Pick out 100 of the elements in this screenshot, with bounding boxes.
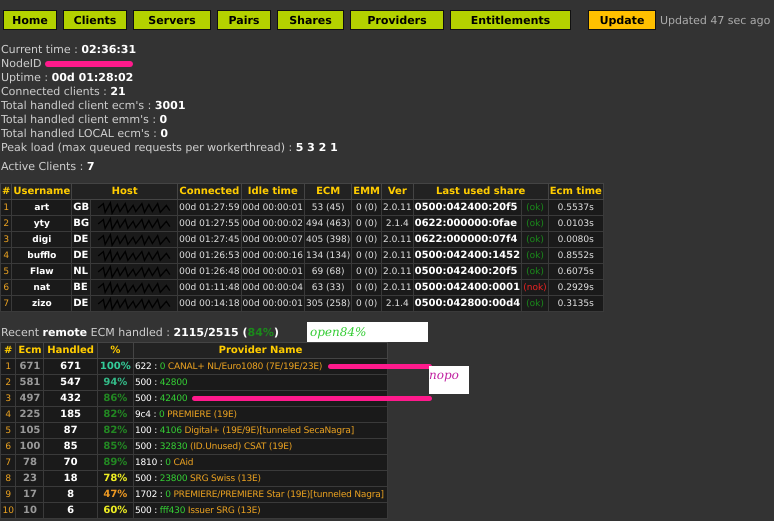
table-cell: 0 (0) bbox=[352, 248, 382, 264]
table-cell: 225 bbox=[16, 406, 44, 422]
percent-cell: 60% bbox=[97, 502, 134, 518]
table-cell: 17 bbox=[16, 486, 44, 502]
row-number: 3 bbox=[0, 232, 12, 248]
row-number: 9 bbox=[0, 486, 16, 502]
percent-cell: 82% bbox=[97, 422, 134, 438]
row-number: 5 bbox=[0, 264, 12, 280]
status-cell: (nok) bbox=[522, 280, 548, 296]
table-cell: 00d 00:00:04 bbox=[241, 280, 304, 296]
table-cell: 305 (258) bbox=[304, 296, 352, 312]
table-cell: 494 (463) bbox=[304, 216, 352, 232]
table-cell: 69 (68) bbox=[304, 264, 352, 280]
column-header: Last used share bbox=[413, 184, 548, 200]
table-cell: 00d 01:26:53 bbox=[178, 248, 242, 264]
row-number: 7 bbox=[0, 454, 16, 470]
table-cell: 0 (0) bbox=[352, 216, 382, 232]
percent-cell: 100% bbox=[97, 358, 134, 374]
provider-name: 1810 : 0 CAid bbox=[135, 458, 194, 468]
percent-cell: 86% bbox=[97, 390, 134, 406]
update-button[interactable]: Update bbox=[588, 10, 656, 30]
country-cell: GB bbox=[72, 200, 91, 216]
info-value: 02:36:31 bbox=[81, 43, 136, 57]
nav-button[interactable]: Entitlements bbox=[450, 10, 571, 30]
table-cell: 18 bbox=[44, 470, 98, 486]
info-value: 00d 01:28:02 bbox=[52, 71, 134, 85]
table-cell: 00d 00:00:01 bbox=[241, 200, 304, 216]
row-number: 10 bbox=[0, 502, 16, 518]
provider-name: 100 : 4106 Digital+ (19E/9E)[tunneled SecaNagra] bbox=[135, 426, 354, 436]
table-cell: 0.0080s bbox=[548, 232, 604, 248]
info-value: 5 3 2 1 bbox=[296, 141, 338, 155]
column-header: % bbox=[97, 342, 134, 358]
percent-cell: 78% bbox=[97, 470, 134, 486]
row-number: 7 bbox=[0, 296, 12, 312]
provider-name: 500 : 42400 bbox=[135, 394, 188, 404]
username-cell: nat bbox=[12, 280, 72, 296]
table-cell: 497 bbox=[16, 390, 44, 406]
handwritten-note: open84% bbox=[307, 322, 428, 342]
nav-button[interactable]: Pairs bbox=[217, 10, 271, 30]
nav-button[interactable]: Providers bbox=[350, 10, 444, 30]
handwritten-note: nopo bbox=[429, 366, 469, 394]
table-cell: 87 bbox=[44, 422, 98, 438]
column-header: ECM bbox=[304, 184, 352, 200]
table-cell: 53 (45) bbox=[304, 200, 352, 216]
row-number: 4 bbox=[0, 406, 16, 422]
column-header: Idle time bbox=[241, 184, 304, 200]
provider-name: 500 : fff430 Issuer SRG (13E) bbox=[135, 506, 260, 516]
info-value: 0 bbox=[160, 113, 168, 127]
section-label: Active Clients : bbox=[1, 160, 84, 174]
percent-cell: 89% bbox=[97, 454, 134, 470]
table-cell: 0.3135s bbox=[548, 296, 604, 312]
country-cell: NL bbox=[72, 264, 91, 280]
column-header: Provider Name bbox=[134, 342, 388, 358]
share-cell: 0622:000000:0fae bbox=[413, 216, 522, 232]
table-cell: 2.1.4 bbox=[381, 296, 414, 312]
percent-cell: 47% bbox=[97, 486, 134, 502]
username-cell: yty bbox=[12, 216, 72, 232]
table-cell: 10 bbox=[16, 502, 44, 518]
share-cell: 0500:042400:1452 bbox=[413, 248, 522, 264]
column-header: Ecm bbox=[16, 342, 44, 358]
status-cell: (ok) bbox=[522, 200, 548, 216]
username-cell: zizo bbox=[12, 296, 72, 312]
table-cell: 00d 01:26:48 bbox=[178, 264, 242, 280]
column-header: # bbox=[0, 342, 16, 358]
table-cell: 0.2929s bbox=[548, 280, 604, 296]
row-number: 3 bbox=[0, 390, 16, 406]
row-number: 4 bbox=[0, 248, 12, 264]
provider-name: 500 : 42800 bbox=[135, 378, 188, 388]
nav-button[interactable]: Clients bbox=[63, 10, 127, 30]
column-header: Ecm time bbox=[548, 184, 604, 200]
table-cell: 00d 00:00:01 bbox=[241, 264, 304, 280]
column-header: Handled bbox=[44, 342, 98, 358]
nav-button[interactable]: Servers bbox=[133, 10, 211, 30]
table-cell: 2.0.11 bbox=[381, 232, 414, 248]
row-number: 6 bbox=[0, 438, 16, 454]
nav-button[interactable]: Shares bbox=[277, 10, 344, 30]
provider-name: 1702 : 0 PREMIERE/PREMIERE Star (19E)[tunneled Nagra] bbox=[135, 490, 384, 500]
table-cell: 00d 01:27:45 bbox=[178, 232, 242, 248]
table-cell: 0 (0) bbox=[352, 280, 382, 296]
status-cell: (ok) bbox=[522, 248, 548, 264]
nav-button[interactable]: Home bbox=[3, 10, 57, 30]
client-count: 7 bbox=[86, 160, 94, 174]
column-header: Username bbox=[12, 184, 72, 200]
ecm-summary: 2115/2515 (84%) bbox=[173, 326, 279, 340]
table-cell: 671 bbox=[16, 358, 44, 374]
info-label: Total handled client ecm's : bbox=[1, 99, 152, 113]
table-cell: 00d 00:00:02 bbox=[241, 216, 304, 232]
info-value: 3001 bbox=[154, 99, 186, 113]
column-header: Host bbox=[72, 184, 178, 200]
table-cell: 0.5537s bbox=[548, 200, 604, 216]
table-cell: 105 bbox=[16, 422, 44, 438]
info-label: Total handled client emm's : bbox=[1, 113, 158, 127]
column-header: EMM bbox=[352, 184, 382, 200]
status-cell: (ok) bbox=[522, 264, 548, 280]
table-cell: 405 (398) bbox=[304, 232, 352, 248]
table-cell: 0.8552s bbox=[548, 248, 604, 264]
username-cell: digi bbox=[12, 232, 72, 248]
country-cell: DE bbox=[72, 232, 91, 248]
percent-cell: 94% bbox=[97, 374, 134, 390]
table-cell: 6 bbox=[44, 502, 98, 518]
